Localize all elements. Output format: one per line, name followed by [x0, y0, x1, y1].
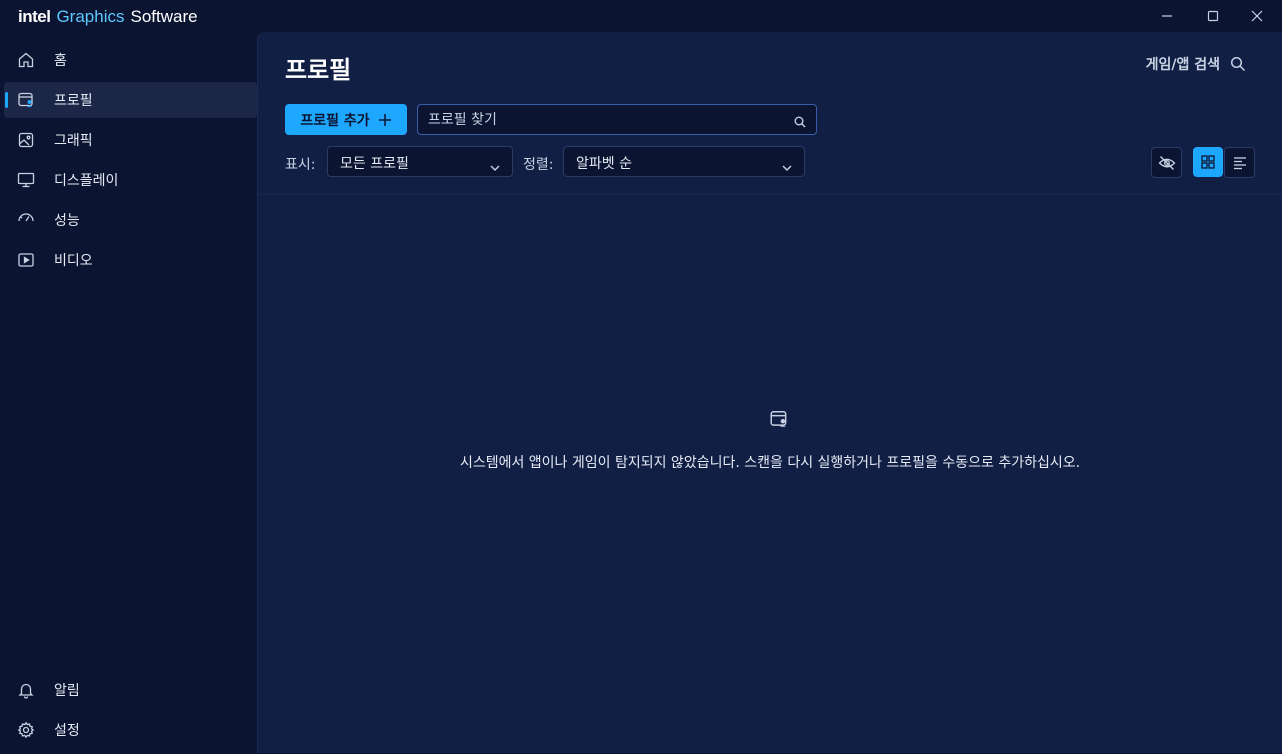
search-icon[interactable] — [794, 113, 806, 132]
sidebar-item-label: 비디오 — [54, 253, 93, 269]
chevron-down-icon — [782, 157, 792, 176]
sort-value: 알파벳 순 — [576, 156, 632, 172]
profile-icon — [769, 409, 789, 433]
search-games-label: 게임/앱 검색 — [1145, 57, 1220, 73]
chevron-down-icon — [490, 157, 500, 176]
show-filter-label: 표시: — [285, 157, 316, 173]
toolbar-divider — [258, 194, 1282, 195]
maximize-icon — [1207, 10, 1219, 22]
grid-view-button[interactable] — [1193, 147, 1223, 177]
minimize-button[interactable] — [1144, 0, 1190, 32]
close-button[interactable] — [1234, 0, 1280, 32]
sidebar-item-performance[interactable]: 성능 — [4, 202, 257, 238]
sidebar-item-label: 성능 — [54, 213, 80, 229]
sidebar-item-label: 설정 — [54, 723, 80, 739]
grid-view-icon — [1201, 155, 1215, 169]
title-bar: intel Graphics Software — [0, 0, 1282, 32]
sidebar-item-video[interactable]: 비디오 — [4, 242, 257, 278]
sidebar-item-label: 홈 — [54, 53, 67, 69]
sidebar: 홈 프로필 그래픽 디스플레이 성능 비디오 알림 설정 — [0, 32, 257, 754]
sort-label: 정렬: — [523, 157, 554, 173]
add-profile-label: 프로필 추가 — [300, 112, 370, 129]
sidebar-item-label: 디스플레이 — [54, 173, 119, 189]
plus-icon — [378, 113, 391, 126]
logo-software: Software — [130, 7, 198, 26]
list-view-icon — [1233, 156, 1246, 169]
sidebar-item-display[interactable]: 디스플레이 — [4, 162, 257, 198]
maximize-button[interactable] — [1190, 0, 1236, 32]
sidebar-item-settings[interactable]: 설정 — [4, 712, 257, 748]
sidebar-item-label: 그래픽 — [54, 133, 93, 149]
sidebar-item-graphics[interactable]: 그래픽 — [4, 122, 257, 158]
hide-toggle-button[interactable] — [1151, 147, 1182, 178]
profile-search-field — [417, 104, 817, 135]
gear-icon — [16, 720, 36, 740]
close-icon — [1251, 10, 1263, 22]
main-content: 프로필 게임/앱 검색 프로필 추가 표시: 모든 프로필 정렬: 알파벳 순 — [257, 32, 1282, 753]
sidebar-item-notifications[interactable]: 알림 — [4, 672, 257, 708]
profile-icon — [16, 90, 36, 110]
sidebar-item-profile[interactable]: 프로필 — [4, 82, 257, 118]
active-indicator — [5, 92, 8, 108]
show-filter-value: 모든 프로필 — [340, 156, 409, 172]
gauge-icon — [16, 210, 36, 230]
bell-icon — [16, 680, 36, 700]
logo-intel: intel — [18, 7, 51, 26]
sort-select[interactable]: 알파벳 순 — [563, 146, 805, 177]
sidebar-item-label: 프로필 — [54, 93, 93, 109]
monitor-icon — [16, 170, 36, 190]
logo-graphics: Graphics — [56, 7, 125, 26]
search-games-button[interactable]: 게임/앱 검색 — [1146, 54, 1246, 74]
image-icon — [16, 130, 36, 150]
search-icon — [1230, 56, 1246, 72]
list-view-button[interactable] — [1224, 147, 1255, 178]
video-icon — [16, 250, 36, 270]
empty-state-message: 시스템에서 앱이나 게임이 탐지되지 않았습니다. 스캔을 다시 실행하거나 프… — [459, 455, 1081, 471]
add-profile-button[interactable]: 프로필 추가 — [285, 104, 407, 135]
eye-off-icon — [1158, 155, 1175, 170]
profile-search-input[interactable] — [428, 105, 788, 134]
show-filter-select[interactable]: 모든 프로필 — [327, 146, 513, 177]
sidebar-item-home[interactable]: 홈 — [4, 42, 257, 78]
sidebar-item-label: 알림 — [54, 683, 80, 699]
page-title: 프로필 — [285, 56, 352, 84]
app-logo: intel Graphics Software — [18, 7, 198, 27]
minimize-icon — [1162, 15, 1172, 17]
home-icon — [16, 50, 36, 70]
